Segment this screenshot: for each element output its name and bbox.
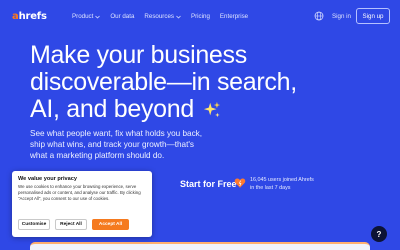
nav-our-data-label: Our data [110,13,135,20]
chevron-down-icon [176,15,181,19]
chevron-down-icon [95,15,101,19]
hero-headline: Make your business discoverable—in searc… [30,42,390,123]
top-nav: ahrefs Product Our data Resources Pricin… [0,0,400,34]
start-for-free-button[interactable]: Start for Free [172,172,237,195]
ahrefs-logo[interactable]: ahrefs [12,11,47,22]
nav-resources[interactable]: Resources [144,13,181,20]
reject-all-button[interactable]: Reject All [55,219,87,230]
heart-icon [234,178,246,188]
nav-links: Product Our data Resources Pricing Enter… [72,13,248,20]
nav-pricing[interactable]: Pricing [191,13,210,20]
logo-text: hrefs [18,11,47,22]
nav-product-label: Product [72,13,94,20]
nav-enterprise[interactable]: Enterprise [220,13,248,20]
cookie-consent-banner: We value your privacy We use cookies to … [12,171,152,237]
help-button[interactable]: ? [371,226,387,242]
cookie-buttons: Customise Reject All Accept All [18,219,129,230]
subtext-line-2: ship what wins, and track your growth—th… [30,140,195,149]
sign-in-link[interactable]: Sign in [332,13,351,20]
nav-pricing-label: Pricing [190,13,210,20]
headline-line-2: discoverable—in search, [30,68,297,96]
headline-line-3: AI, and beyond [30,95,194,123]
nav-our-data[interactable]: Our data [110,13,134,20]
joined-line-1: 16,045 users joined Ahrefs [250,177,314,183]
nav-product[interactable]: Product [72,13,101,20]
accept-all-button[interactable]: Accept All [92,219,129,230]
joined-line-2: in the last 7 days [250,184,291,191]
nav-enterprise-label: Enterprise [219,13,249,20]
customise-button[interactable]: Customise [18,219,50,230]
subtext-line-1: See what people want, fix what holds you… [30,129,203,138]
users-joined-text: 16,045 users joined Ahrefs in the last 7… [250,177,314,192]
sign-up-button[interactable]: Sign up [356,8,390,24]
nav-resources-label: Resources [144,13,174,20]
sparkles-icon [203,101,220,118]
globe-icon[interactable] [314,11,324,21]
subtext-line-3: what a marketing platform should do. [30,151,165,160]
hero-subtext: See what people want, fix what holds you… [30,128,300,161]
headline-line-1: Make your business [30,41,247,69]
product-preview-card [30,242,370,250]
cookie-title: We value your privacy [18,176,77,182]
cookie-description: We use cookies to enhance your browsing … [18,184,141,202]
